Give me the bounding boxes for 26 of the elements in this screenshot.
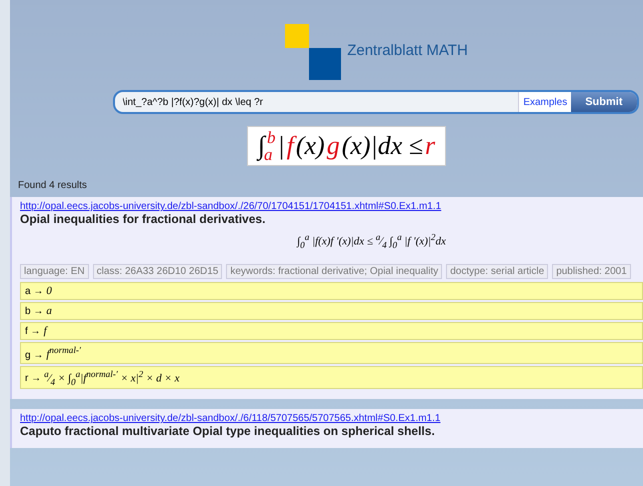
result-link[interactable]: http://opal.eecs.jacobs-university.de/zbl-sandbox/./26/70/1704151/1704151.xhtml#S0.Ex1.m1.1 xyxy=(20,201,643,212)
examples-link[interactable]: Examples xyxy=(518,92,572,112)
results-count: Found 4 results xyxy=(18,180,88,191)
metadata-tag: published: 2001 xyxy=(552,264,631,279)
substitution-value: f xyxy=(44,324,47,337)
substitution-variable: b → xyxy=(25,306,44,317)
substitution-value: f$^{normal-′}$ xyxy=(46,344,81,360)
result-title: Caputo fractional multivariate Opial type inequalities on spherical shells. xyxy=(20,424,436,438)
logo-icon xyxy=(285,24,342,80)
result-formula: ∫$_{0}$$^{a}$ |f(x)f ′(x)|dx ≤ $^{a}$⁄$_{4}$ ∫$_{0}$$^{a}$ |f ′(x)|$^{2}$dx xyxy=(297,232,446,250)
metadata-tag: keywords: fractional derivative; Opial inequality xyxy=(226,264,442,279)
substitution-variable: f → xyxy=(25,326,41,337)
metadata-tag: language: EN xyxy=(20,264,89,279)
metadata-tag: class: 26A33 26D10 26D15 xyxy=(92,264,222,279)
result-link[interactable]: http://opal.eecs.jacobs-university.de/zbl-sandbox/./6/118/5707565/5707565.xhtml#S0.Ex1.m1.1 xyxy=(20,413,643,424)
substitution-variable: r → xyxy=(25,373,42,384)
search-field[interactable]: \int_?a^?b |?f(x)?g(x)| dx \leq ?r Examples Submit xyxy=(112,90,638,114)
substitution-value: 0 xyxy=(46,284,52,297)
submit-button[interactable]: Submit xyxy=(571,92,636,112)
substitution-value: a xyxy=(46,304,52,317)
result-title: Opial inequalities for fractional derivatives. xyxy=(20,212,266,226)
metadata-tag: doctype: serial article xyxy=(446,264,548,279)
substitution-value: $^{a}$⁄$_{4}$ × ∫$_{0}$$^{a}$|f$^{normal-′}$ × x|$^{2}$ × d × x xyxy=(44,368,180,386)
site-title: Zentralblatt MATH xyxy=(347,42,468,58)
substitution-variable: g → xyxy=(25,350,44,360)
substitution-variable: a → xyxy=(25,286,44,297)
